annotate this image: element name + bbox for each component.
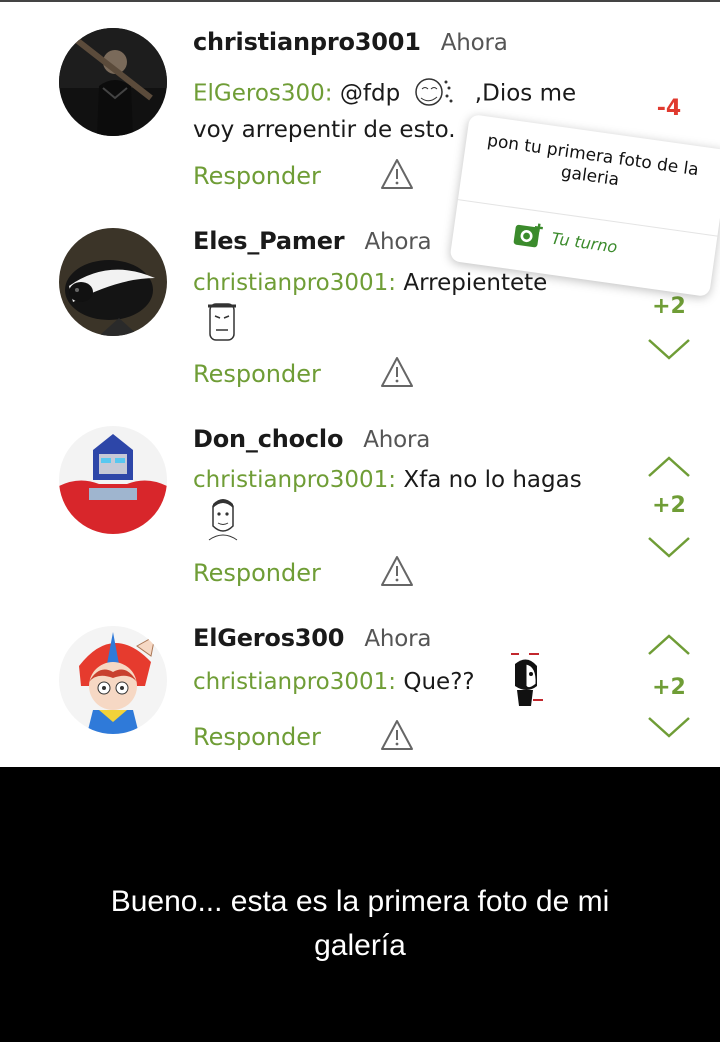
caption-line-1: Bueno... esta es la primera foto de mi: [110, 885, 610, 918]
comment-username[interactable]: Eles_Pamer Ahora: [193, 227, 432, 255]
comment-time: Ahora: [364, 229, 432, 255]
troll-meme-face-icon: [415, 78, 453, 106]
username-text[interactable]: Don_choclo: [193, 425, 343, 453]
tu-turno-button[interactable]: Tu turno: [512, 219, 619, 259]
comment-body: christianpro3001: Que??: [193, 669, 475, 695]
comment-username[interactable]: Don_choclo Ahora: [193, 425, 430, 453]
comment-body: ElGeros300: @fdp ,Dios me: [193, 74, 576, 114]
mention-link[interactable]: christianpro3001:: [193, 669, 396, 695]
comment-time: Ahora: [440, 30, 508, 56]
comment-text: Arrepientete: [403, 270, 548, 296]
username-text[interactable]: ElGeros300: [193, 624, 345, 652]
avatar[interactable]: [59, 28, 167, 136]
caption-line-2: galería: [314, 929, 406, 962]
reply-button[interactable]: Responder: [193, 559, 321, 587]
reaction-meme-icon: [511, 653, 543, 706]
mention-link[interactable]: christianpro3001:: [193, 467, 396, 493]
vote-score: -4: [656, 96, 682, 121]
username-text[interactable]: christianpro3001: [193, 28, 421, 56]
reply-button[interactable]: Responder: [193, 360, 321, 388]
comments-screen: christianpro3001 Ahora ElGeros300: @fdp ,…: [0, 0, 720, 767]
reply-button[interactable]: Responder: [193, 723, 321, 751]
upvote-chevron-icon[interactable]: [646, 454, 692, 480]
username-text[interactable]: Eles_Pamer: [193, 227, 345, 255]
warning-triangle-icon[interactable]: [380, 555, 414, 587]
avatar[interactable]: [59, 426, 167, 534]
comment-time: Ahora: [363, 427, 431, 453]
comment-text: @fdp: [339, 80, 401, 107]
mention-link[interactable]: ElGeros300:: [193, 81, 333, 107]
comment-time: Ahora: [364, 626, 432, 652]
comment-body: christianpro3001: Arrepientete: [193, 270, 547, 296]
downvote-chevron-icon[interactable]: [646, 534, 692, 560]
reply-button[interactable]: Responder: [193, 162, 321, 190]
comment-text: Xfa no lo hagas: [403, 467, 582, 493]
comment-username[interactable]: christianpro3001 Ahora: [193, 28, 508, 56]
vote-score: +2: [652, 493, 686, 518]
warning-triangle-icon[interactable]: [380, 719, 414, 751]
comment-body-line2: voy arrepentir de esto.: [193, 117, 456, 143]
vote-score: +2: [652, 675, 686, 700]
vote-score: +2: [652, 294, 686, 319]
avatar[interactable]: [59, 228, 167, 336]
caption-text: Bueno... esta es la primera foto de mi g…: [0, 880, 720, 968]
mention-link[interactable]: christianpro3001:: [193, 270, 396, 296]
tooltip-text: pon tu primera foto de la galeria: [485, 130, 700, 191]
rage-face-meme-icon: [208, 303, 236, 341]
avatar[interactable]: [59, 626, 167, 734]
meme-face-icon: [208, 499, 238, 541]
comment-text: Que??: [403, 669, 475, 695]
comment-username[interactable]: ElGeros300 Ahora: [193, 624, 431, 652]
warning-triangle-icon[interactable]: [380, 158, 414, 190]
comment-body: christianpro3001: Xfa no lo hagas: [193, 467, 582, 493]
comment-text: ,Dios me: [474, 80, 577, 107]
downvote-chevron-icon[interactable]: [646, 714, 692, 740]
warning-triangle-icon[interactable]: [380, 356, 414, 388]
tu-turno-label[interactable]: Tu turno: [550, 228, 618, 256]
camera-add-icon: [513, 223, 543, 248]
upvote-chevron-icon[interactable]: [646, 632, 692, 658]
downvote-chevron-icon[interactable]: [646, 336, 692, 362]
